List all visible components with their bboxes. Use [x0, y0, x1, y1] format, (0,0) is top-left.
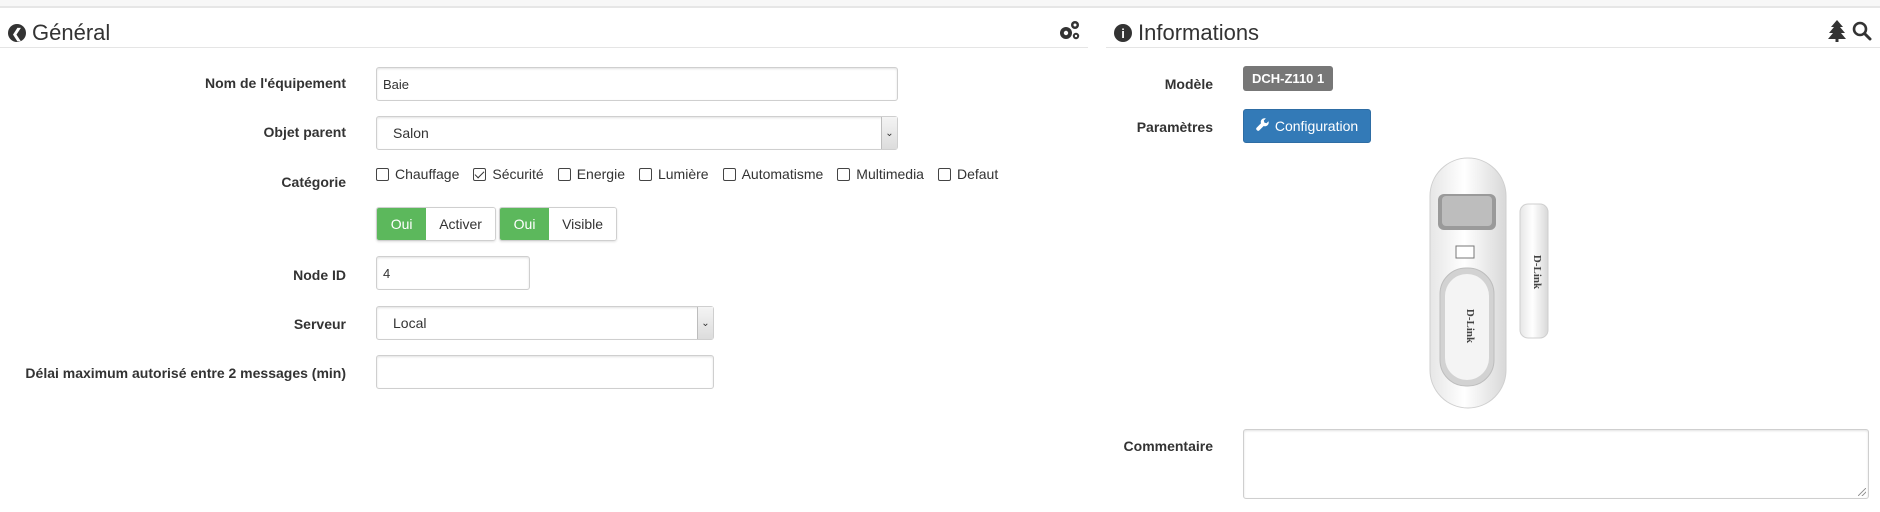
checkbox[interactable]	[722, 167, 736, 181]
checkbox[interactable]	[638, 167, 652, 181]
parent-select[interactable]: Salon ⌄	[376, 116, 898, 150]
comment-label: Commentaire	[1123, 438, 1213, 454]
node-id-label: Node ID	[293, 267, 346, 283]
category-label-text: Defaut	[956, 166, 999, 182]
visible-toggle[interactable]: Oui Visible	[499, 207, 617, 241]
device-image: D-Link D-Link	[1429, 157, 1549, 409]
name-input[interactable]: Baie	[376, 67, 898, 101]
category-energie[interactable]: Energie	[557, 166, 625, 182]
params-label: Paramètres	[1136, 119, 1213, 135]
comment-textarea[interactable]	[1243, 429, 1869, 499]
chevron-down-icon[interactable]: ⌄	[697, 307, 713, 339]
search-icon[interactable]	[1849, 18, 1875, 44]
chevron-down-icon[interactable]: ⌄	[881, 117, 897, 149]
checkbox-checked[interactable]	[473, 167, 487, 181]
name-label: Nom de l'équipement	[204, 75, 346, 91]
configuration-button-label: Configuration	[1274, 118, 1359, 134]
category-label-text: Sécurité	[492, 166, 544, 182]
category-lumiere[interactable]: Lumière	[638, 166, 709, 182]
resize-grip-icon[interactable]	[1858, 488, 1866, 496]
general-panel-header: ❮ Général	[0, 12, 1088, 48]
model-label: Modèle	[1164, 76, 1213, 92]
category-defaut[interactable]: Defaut	[937, 166, 999, 182]
visible-toggle-label[interactable]: Visible	[549, 208, 616, 240]
category-label-text: Automatisme	[741, 166, 824, 182]
category-label: Catégorie	[281, 174, 346, 190]
category-multimedia[interactable]: Multimedia	[837, 166, 924, 182]
category-label-text: Multimedia	[856, 166, 924, 182]
category-securite[interactable]: Sécurité	[473, 166, 544, 182]
model-badge: DCH-Z110 1	[1243, 66, 1334, 91]
activate-toggle[interactable]: Oui Activer	[376, 207, 496, 241]
top-border	[0, 0, 1880, 8]
parent-label: Objet parent	[263, 124, 346, 140]
checkbox[interactable]	[557, 167, 571, 181]
checkbox[interactable]	[837, 167, 851, 181]
activate-toggle-label[interactable]: Activer	[426, 208, 495, 240]
checkbox[interactable]	[937, 167, 951, 181]
visible-toggle-state[interactable]: Oui	[500, 208, 550, 240]
info-title-text: Informations	[1138, 20, 1260, 45]
general-title-text: Général	[32, 20, 111, 45]
activate-toggle-state[interactable]: Oui	[377, 208, 427, 240]
wrench-icon	[1256, 118, 1269, 134]
configuration-button[interactable]: Configuration	[1243, 109, 1371, 143]
device-brand-label-side: D-Link	[1531, 255, 1543, 290]
arrow-left-circle-icon[interactable]: ❮	[8, 24, 26, 42]
checkbox[interactable]	[376, 167, 389, 181]
category-chauffage[interactable]: Chauffage	[376, 166, 459, 182]
gears-icon[interactable]	[1056, 18, 1082, 44]
general-panel: ❮ Général Nom de l'équipement Baie Objet…	[0, 12, 1088, 512]
node-id-input[interactable]: 4	[376, 256, 530, 290]
server-select-value: Local	[393, 315, 427, 331]
server-select[interactable]: Local ⌄	[376, 306, 714, 340]
device-brand-label: D-Link	[1464, 309, 1476, 344]
general-title[interactable]: ❮ Général	[8, 20, 110, 46]
category-label-text: Energie	[576, 166, 625, 182]
category-label-text: Lumière	[657, 166, 709, 182]
delay-input[interactable]	[376, 355, 714, 389]
delay-label: Délai maximum autorisé entre 2 messages …	[25, 365, 346, 381]
server-label: Serveur	[293, 316, 346, 332]
info-circle-icon: i	[1114, 24, 1132, 42]
category-checkbox-group: Chauffage Sécurité Energie Lumière Autom…	[376, 166, 998, 182]
category-label-text: Chauffage	[395, 166, 460, 182]
parent-select-value: Salon	[393, 125, 429, 141]
tree-icon[interactable]	[1824, 18, 1850, 44]
category-automatisme[interactable]: Automatisme	[722, 166, 824, 182]
info-title: i Informations	[1114, 20, 1259, 46]
info-panel-header: i Informations	[1106, 12, 1880, 48]
